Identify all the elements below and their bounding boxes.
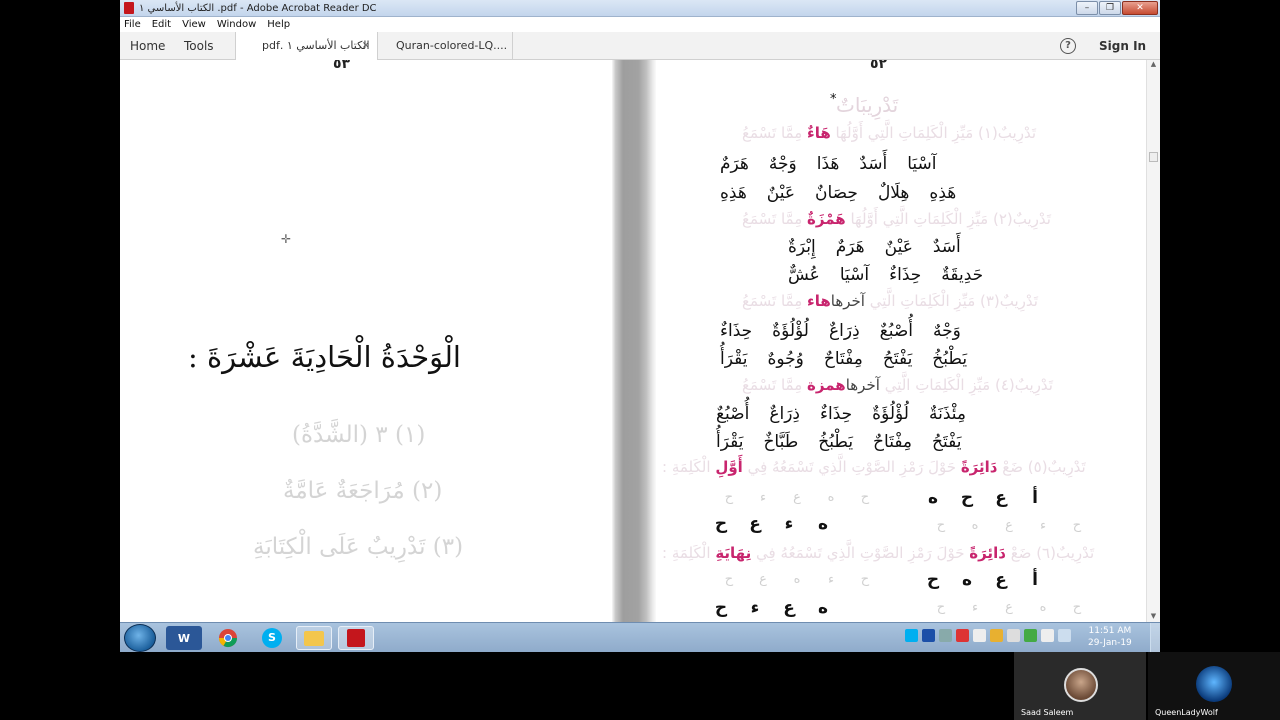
exercise-3-row: يَقْرَأُ وُجُوهٌ مِفْتَاحٌ يَفْتَحُ يَطْبُخُ bbox=[720, 349, 968, 369]
participant-tile[interactable]: QueenLadyWolf bbox=[1148, 652, 1280, 720]
lesson-item: (١) ٣ (الشَّدَّةُ) bbox=[292, 422, 426, 448]
scroll-down-icon[interactable]: ▼ bbox=[1147, 612, 1160, 622]
clock-date: 29-Jan-19 bbox=[1088, 638, 1132, 648]
exercise-6-instruction: تَدْرِيبٌ(٦) ضَعْ دَائِرَةً حَوْلَ رَمْز… bbox=[662, 544, 1095, 562]
pdf-page-52: ٥٢ * تَدْرِيبَاتٌ تَدْرِيبٌ(١) مَيِّزِ ا… bbox=[656, 60, 1146, 622]
device-icon[interactable] bbox=[973, 629, 986, 642]
word-icon[interactable]: W bbox=[166, 626, 202, 650]
unit-title: الْوَحْدَةُ الْحَادِيَةَ عَشْرَةَ : bbox=[188, 340, 461, 374]
exercise-4-instruction: تَدْرِيبٌ(٤) مَيِّزِ الْكَلِمَاتِ الَّتِ… bbox=[742, 376, 1053, 394]
exercise-2-instruction: تَدْرِيبٌ(٢) مَيِّزِ الْكَلِمَاتِ الَّتِ… bbox=[742, 210, 1051, 228]
exercise-3-instruction: تَدْرِيبٌ(٣) مَيِّزِ الْكَلِمَاتِ الَّتِ… bbox=[742, 292, 1038, 310]
start-button-icon[interactable] bbox=[124, 624, 156, 652]
title-bar: الكتاب الأساسي ١ .pdf - Adobe Acrobat Re… bbox=[120, 0, 1160, 17]
scroll-up-icon[interactable]: ▲ bbox=[1147, 60, 1160, 70]
exercise-3-row: حِذَاءٌ لُؤْلُؤَةٌ ذِرَاعٌ أُصْبُعٌ وَجْهٌ bbox=[720, 321, 961, 341]
acrobat-app-icon bbox=[124, 2, 134, 14]
document-tab-label: Quran-colored-LQ.... bbox=[396, 39, 508, 52]
tools-tab[interactable]: Tools bbox=[184, 32, 214, 60]
page-number: ٥٣ bbox=[333, 60, 351, 72]
avatar bbox=[1064, 668, 1098, 702]
exercise-5-instruction: تَدْرِيبٌ(٥) ضَعْ دَائِرَةً حَوْلَ رَمْز… bbox=[662, 458, 1086, 476]
sign-in-button[interactable]: Sign In bbox=[1099, 32, 1146, 60]
exercise-5-row: حعءه bbox=[714, 514, 829, 534]
signal-icon[interactable] bbox=[1058, 629, 1071, 642]
flag-icon[interactable] bbox=[1041, 629, 1054, 642]
participant-tile[interactable]: Saad Saleem bbox=[1014, 652, 1146, 720]
system-clock[interactable]: 11:51 AM 29-Jan-19 bbox=[1088, 625, 1132, 649]
window-controls: – ❐ ✕ bbox=[1076, 1, 1158, 15]
faded-letter-row: حءعهح bbox=[936, 600, 1082, 615]
exercise-6-row: حهعأ bbox=[926, 570, 1038, 590]
chrome-icon[interactable] bbox=[210, 626, 246, 650]
lesson-item: (٣) تَدْرِيبٌ عَلَى الْكِتَابَةِ bbox=[253, 534, 464, 560]
scrollbar-thumb[interactable] bbox=[1149, 152, 1158, 162]
skype-tray-icon[interactable] bbox=[905, 629, 918, 642]
document-tab-quran[interactable]: Quran-colored-LQ.... bbox=[378, 32, 513, 60]
acrobat-window: الكتاب الأساسي ١ .pdf - Adobe Acrobat Re… bbox=[120, 0, 1160, 652]
exercise-2-row: إِبْرَةٌ هَرَمٌ عَيْنٌ أَسَدٌ bbox=[788, 237, 961, 257]
faded-letter-row: حعهءح bbox=[724, 572, 870, 587]
exercise-4-row: أُصْبُعٌ ذِرَاعٌ حِذَاءٌ لُؤْلُؤَةٌ مِئْذَنَ… bbox=[716, 404, 967, 424]
menu-window[interactable]: Window bbox=[217, 19, 256, 30]
maximize-icon[interactable]: ❐ bbox=[1099, 1, 1121, 15]
exercises-heading: تَدْرِيبَاتٌ bbox=[836, 93, 899, 117]
avatar bbox=[1196, 666, 1232, 702]
faded-letter-row: حهعءح bbox=[936, 518, 1082, 533]
tab-close-icon[interactable]: × bbox=[362, 32, 370, 60]
menu-bar: File Edit View Window Help bbox=[120, 17, 1160, 32]
clock-time: 11:51 AM bbox=[1088, 626, 1132, 636]
window-title: الكتاب الأساسي ١ .pdf - Adobe Acrobat Re… bbox=[139, 2, 377, 14]
help-icon[interactable]: ? bbox=[1060, 38, 1076, 54]
security-icon[interactable] bbox=[956, 629, 969, 642]
exercise-1-row: هَذِهِ عَيْنٌ حِصَانٌ هِلَالٌ هَذِهِ bbox=[720, 183, 957, 203]
exercise-6-row: حءعه bbox=[714, 598, 829, 618]
lesson-item: (٢) مُرَاجَعَةٌ عَامَّةٌ bbox=[283, 478, 443, 504]
tray-app-icon[interactable] bbox=[990, 629, 1003, 642]
document-tab-active[interactable]: الكتاب الأساسي ١ .pdf × bbox=[235, 32, 378, 60]
network-icon[interactable] bbox=[1024, 629, 1037, 642]
acrobat-taskbar-icon[interactable] bbox=[338, 626, 374, 650]
vertical-scrollbar[interactable]: ▲ ▼ bbox=[1146, 60, 1160, 622]
menu-help[interactable]: Help bbox=[267, 19, 290, 30]
show-desktop-button[interactable] bbox=[1150, 623, 1160, 653]
exercise-5-row: هحعأ bbox=[927, 488, 1038, 508]
page-number: ٥٢ bbox=[870, 60, 888, 72]
tray-app-icon[interactable] bbox=[939, 629, 952, 642]
pdf-page-53: ٥٣ ✛ الْوَحْدَةُ الْحَادِيَةَ عَشْرَةَ :… bbox=[120, 60, 612, 622]
file-explorer-icon[interactable] bbox=[296, 626, 332, 650]
page-gutter bbox=[612, 60, 656, 622]
exercise-1-row: هَرَمٌ وَجْهٌ هَذَا أَسَدٌ آسْيَا bbox=[720, 154, 937, 174]
menu-file[interactable]: File bbox=[124, 19, 141, 30]
exercise-2-row: عُشٌّ آسْيَا حِذَاءٌ حَدِيقَةٌ bbox=[788, 265, 984, 285]
menu-view[interactable]: View bbox=[182, 19, 206, 30]
document-tab-label: الكتاب الأساسي ١ .pdf bbox=[262, 39, 370, 52]
crosshair-cursor-icon: ✛ bbox=[281, 232, 292, 246]
tab-bar: Home Tools الكتاب الأساسي ١ .pdf × Quran… bbox=[120, 32, 1160, 60]
home-tab[interactable]: Home bbox=[130, 32, 165, 60]
participant-name: QueenLadyWolf bbox=[1155, 708, 1218, 717]
exercise-1-instruction: تَدْرِيبٌ(١) مَيِّزِ الْكَلِمَاتِ الَّتِ… bbox=[742, 124, 1037, 142]
faded-letter-row: حءعهح bbox=[724, 490, 870, 505]
system-tray bbox=[905, 629, 1071, 642]
close-icon[interactable]: ✕ bbox=[1122, 1, 1158, 15]
skype-icon[interactable]: S bbox=[254, 626, 290, 650]
bluetooth-icon[interactable] bbox=[922, 629, 935, 642]
minimize-icon[interactable]: – bbox=[1076, 1, 1098, 15]
menu-edit[interactable]: Edit bbox=[152, 19, 171, 30]
speaker-icon[interactable] bbox=[1007, 629, 1020, 642]
exercise-4-row: يَقْرَأُ طَبَّاخٌ يَطْبُخُ مِفْتَاحٌ يَفْتَح… bbox=[716, 432, 962, 452]
document-viewer[interactable]: ٥٣ ✛ الْوَحْدَةُ الْحَادِيَةَ عَشْرَةَ :… bbox=[120, 60, 1160, 622]
windows-taskbar: W S 11:51 AM 29-Jan-19 bbox=[120, 622, 1160, 653]
participant-name: Saad Saleem bbox=[1021, 708, 1074, 717]
